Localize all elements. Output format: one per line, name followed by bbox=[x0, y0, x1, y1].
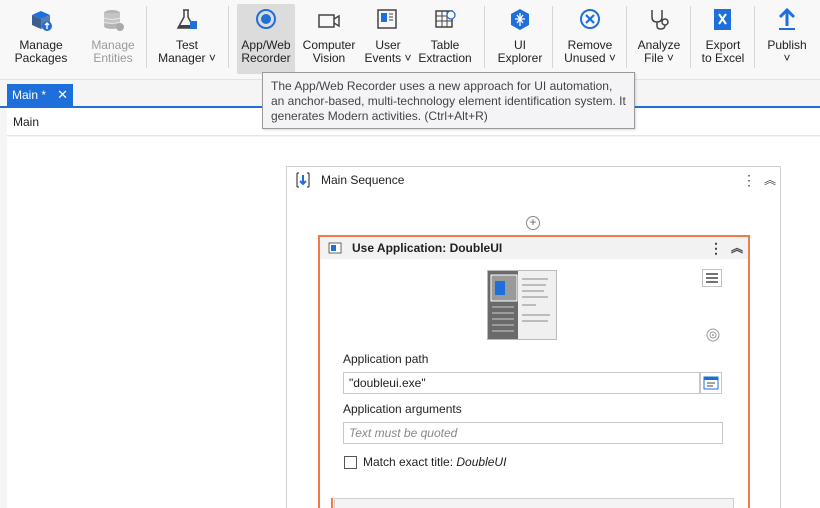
ui-explorer-icon bbox=[511, 9, 529, 30]
test-manager-button[interactable]: Test Manager ˅ bbox=[156, 4, 218, 74]
user-events-label: User Events ˅ bbox=[364, 38, 412, 65]
manage-entities-label: Manage Entities bbox=[91, 38, 135, 65]
application-icon bbox=[328, 242, 342, 254]
breadcrumb-item-main[interactable]: Main bbox=[13, 115, 39, 129]
ribbon-divider bbox=[690, 6, 691, 68]
stethoscope-icon bbox=[651, 10, 669, 30]
analyze-file-button[interactable]: Analyze File ˅ bbox=[634, 4, 684, 74]
application-path-input[interactable]: "doubleui.exe" bbox=[343, 372, 700, 394]
ribbon-divider bbox=[484, 6, 485, 68]
more-options-icon[interactable]: ⋮ bbox=[709, 240, 723, 256]
use-application-header: Use Application: DoubleUI ⋮ ︽ bbox=[320, 237, 748, 259]
close-icon[interactable]: ✕ bbox=[57, 84, 68, 106]
remove-unused-label: Remove Unused ˅ bbox=[564, 38, 616, 65]
use-application-activity[interactable]: Use Application: DoubleUI ⋮ ︽ Applicatio… bbox=[318, 235, 750, 508]
remove-icon bbox=[580, 9, 600, 29]
ribbon-divider bbox=[228, 6, 229, 68]
ribbon-divider bbox=[146, 6, 147, 68]
tab-main-label: Main * bbox=[12, 88, 47, 102]
upload-icon bbox=[778, 7, 796, 30]
export-to-excel-button[interactable]: Export to Excel bbox=[698, 4, 748, 74]
database-icon bbox=[103, 10, 124, 31]
manage-packages-button[interactable]: Manage Packages bbox=[14, 4, 68, 74]
more-options-icon[interactable]: ⋮ bbox=[742, 172, 756, 188]
manage-entities-button[interactable]: Manage Entities bbox=[86, 4, 140, 74]
remove-unused-button[interactable]: Remove Unused ˅ bbox=[560, 4, 620, 74]
thumbnail-preview bbox=[488, 271, 556, 339]
flask-icon bbox=[176, 9, 197, 29]
sequence-icon bbox=[296, 172, 310, 188]
computer-vision-button[interactable]: Computer Vision bbox=[300, 4, 358, 74]
table-extraction-button[interactable]: Table Extraction bbox=[416, 4, 474, 74]
ribbon-toolbar: Manage Packages Manage Entities Test Man… bbox=[0, 0, 820, 80]
ui-explorer-label: UI Explorer bbox=[497, 38, 543, 65]
camera-icon bbox=[318, 14, 340, 28]
user-events-icon bbox=[377, 9, 397, 29]
main-sequence-title: Main Sequence bbox=[321, 173, 405, 187]
hamburger-menu-icon[interactable] bbox=[702, 269, 722, 287]
collapse-icon[interactable]: ︽ bbox=[763, 172, 777, 188]
ribbon-divider bbox=[754, 6, 755, 68]
computer-vision-label: Computer Vision bbox=[302, 38, 356, 65]
application-arguments-input[interactable]: Text must be quoted bbox=[343, 422, 723, 444]
table-icon bbox=[435, 10, 456, 28]
browse-file-button[interactable] bbox=[700, 372, 722, 394]
nested-activity-connector bbox=[331, 498, 333, 508]
nested-activity[interactable] bbox=[334, 498, 734, 508]
publish-label: Publish ˅ bbox=[767, 38, 807, 65]
application-arguments-label: Application arguments bbox=[343, 402, 462, 416]
app-web-recorder-button[interactable]: App/Web Recorder bbox=[237, 4, 295, 74]
excel-icon bbox=[714, 9, 731, 30]
ribbon-divider bbox=[552, 6, 553, 68]
record-icon bbox=[256, 9, 276, 29]
add-activity-icon[interactable]: + bbox=[526, 216, 540, 230]
ui-explorer-button[interactable]: UI Explorer bbox=[494, 4, 546, 74]
match-exact-title-label: Match exact title: DoubleUI bbox=[363, 455, 507, 469]
window-browse-icon bbox=[703, 376, 719, 390]
main-sequence-header: Main Sequence ⋮ ︽ bbox=[287, 167, 780, 193]
analyze-file-label: Analyze File ˅ bbox=[637, 38, 681, 65]
use-application-title: Use Application: DoubleUI bbox=[352, 241, 503, 255]
publish-button[interactable]: Publish ˅ bbox=[762, 4, 812, 74]
match-exact-title-checkbox[interactable] bbox=[344, 456, 357, 469]
tab-main[interactable]: Main * ✕ bbox=[7, 84, 73, 106]
target-icon[interactable] bbox=[705, 327, 721, 343]
user-events-button[interactable]: User Events ˅ bbox=[364, 4, 412, 74]
table-extraction-label: Table Extraction bbox=[418, 38, 472, 65]
packages-icon bbox=[32, 11, 52, 31]
application-path-label: Application path bbox=[343, 352, 429, 366]
collapse-icon[interactable]: ︽ bbox=[730, 240, 744, 256]
app-web-recorder-label: App/Web Recorder bbox=[241, 38, 291, 65]
test-manager-label: Test Manager ˅ bbox=[158, 38, 216, 65]
export-to-excel-label: Export to Excel bbox=[701, 38, 745, 65]
application-screenshot-thumbnail[interactable] bbox=[487, 270, 557, 340]
ribbon-divider bbox=[626, 6, 627, 68]
manage-packages-label: Manage Packages bbox=[14, 38, 68, 65]
app-web-recorder-tooltip: The App/Web Recorder uses a new approach… bbox=[262, 72, 635, 129]
